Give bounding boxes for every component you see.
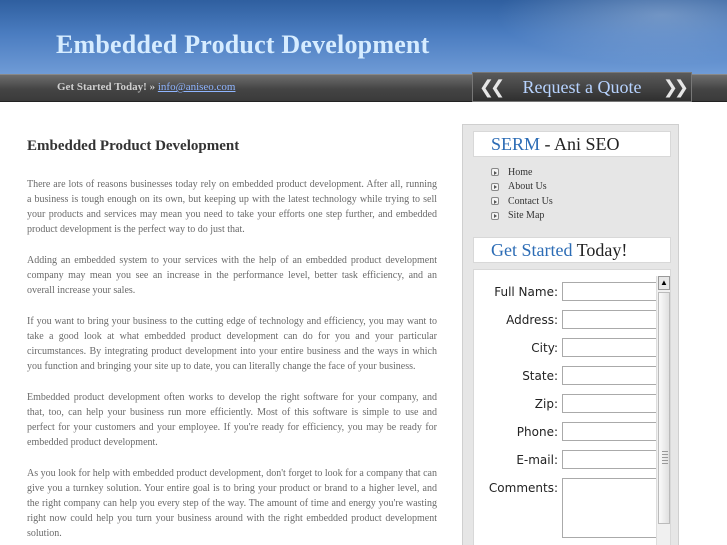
state-row: State: <box>474 366 660 386</box>
full-name-row: Full Name: <box>474 282 660 302</box>
arrow-bullet-icon <box>491 168 499 177</box>
sidebar-item-about-us[interactable]: About Us <box>491 180 553 195</box>
serm-title-rest: - Ani SEO <box>540 134 620 154</box>
form-scrollbar[interactable]: ▲ <box>656 276 670 545</box>
email-label: E-mail: <box>516 453 558 467</box>
serm-box-title: SERM - Ani SEO <box>473 131 671 157</box>
arrow-bullet-icon <box>491 182 499 191</box>
article-heading: Embedded Product Development <box>27 138 240 154</box>
zip-row: Zip: <box>474 394 660 414</box>
sidebar-item-label: About Us <box>508 181 547 193</box>
get-started-line: Get Started Today! » info@aniseo.com <box>57 81 235 93</box>
get-started-box-title: Get Started Today! <box>473 237 671 263</box>
city-input[interactable] <box>562 338 660 357</box>
scroll-grip-icon <box>662 451 668 465</box>
sidebar-item-home[interactable]: Home <box>491 165 553 180</box>
state-label: State: <box>522 369 558 383</box>
request-quote-label: Request a Quote <box>522 76 642 97</box>
get-started-title-accent: Get Started <box>491 240 573 260</box>
zip-label: Zip: <box>534 397 558 411</box>
article-paragraph: If you want to bring your business to th… <box>27 316 437 372</box>
full-name-label: Full Name: <box>494 285 558 299</box>
scroll-up-arrow-icon[interactable]: ▲ <box>658 276 670 290</box>
phone-row: Phone: <box>474 422 660 442</box>
arrow-bullet-icon <box>491 197 499 206</box>
article-paragraph: Embedded product development often works… <box>27 392 437 448</box>
sidebar-item-contact-us[interactable]: Contact Us <box>491 194 553 209</box>
address-label: Address: <box>506 313 558 327</box>
sidebar-item-label: Contact Us <box>508 195 553 207</box>
article-paragraph: Adding an embedded system to your servic… <box>27 255 437 296</box>
address-row: Address: <box>474 310 660 330</box>
phone-label: Phone: <box>516 425 558 439</box>
sidebar: SERM - Ani SEO Home About Us Contact Us … <box>462 124 679 545</box>
address-input[interactable] <box>562 310 660 329</box>
email-row: E-mail: <box>474 450 660 470</box>
sidebar-item-label: Site Map <box>508 210 545 222</box>
quote-form: Full Name: Address: City: State: Zip: Ph… <box>473 269 671 545</box>
email-input[interactable] <box>562 450 660 469</box>
request-quote-button[interactable]: ❮❮ Request a Quote ❯❯ <box>472 72 692 102</box>
site-header: Embedded Product Development <box>0 0 727 74</box>
phone-input[interactable] <box>562 422 660 441</box>
scroll-thumb[interactable] <box>658 292 670 524</box>
city-row: City: <box>474 338 660 358</box>
city-label: City: <box>531 341 558 355</box>
double-chevron-left-icon: ❮❮ <box>479 76 505 98</box>
state-input[interactable] <box>562 366 660 385</box>
double-chevron-right-icon: ❯❯ <box>662 76 689 98</box>
email-link[interactable]: info@aniseo.com <box>158 81 236 93</box>
comments-textarea[interactable] <box>562 478 660 538</box>
serm-title-accent: SERM <box>491 134 541 154</box>
sidebar-item-label: Home <box>508 166 533 178</box>
site-title[interactable]: Embedded Product Development <box>56 30 429 60</box>
article-paragraph: As you look for help with embedded produ… <box>27 468 437 539</box>
article-paragraph: There are lots of reasons businesses tod… <box>27 179 437 235</box>
get-started-title-rest: Today! <box>572 240 628 260</box>
article: Embedded Product Development There are l… <box>27 138 437 545</box>
get-started-text: Get Started Today! » <box>57 81 156 93</box>
sidebar-nav: Home About Us Contact Us Site Map <box>491 165 553 223</box>
full-name-input[interactable] <box>562 282 660 301</box>
sidebar-item-site-map[interactable]: Site Map <box>491 209 553 224</box>
zip-input[interactable] <box>562 394 660 413</box>
comments-label: Comments: <box>488 481 558 495</box>
arrow-bullet-icon <box>491 211 499 220</box>
